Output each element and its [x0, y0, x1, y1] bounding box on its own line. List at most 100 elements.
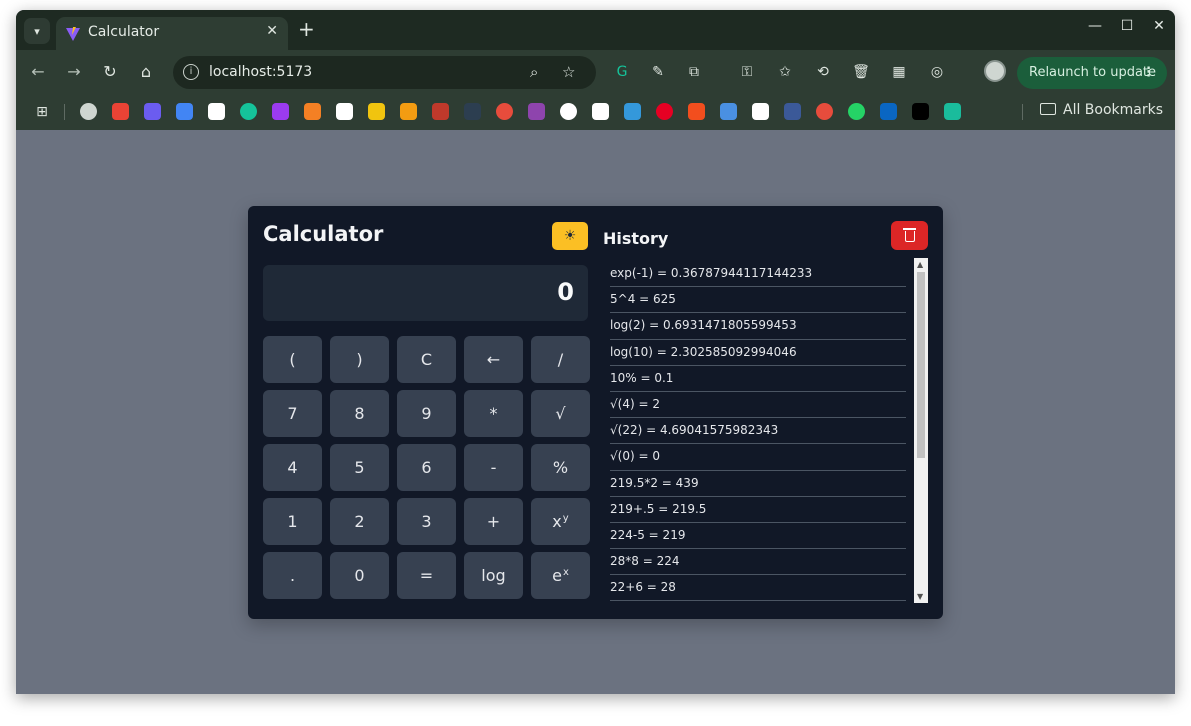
- zoom-icon[interactable]: ⌕: [530, 63, 538, 81]
- history-item[interactable]: 22+6 = 28: [610, 575, 906, 601]
- history-item[interactable]: √(0) = 0: [610, 444, 906, 471]
- history-item[interactable]: exp(-1) = 0.36787944117144233: [610, 261, 906, 288]
- history-item[interactable]: 28*8 = 224: [610, 549, 906, 576]
- key-button[interactable]: 3: [397, 498, 456, 545]
- extensions-icon[interactable]: ⧉: [684, 62, 704, 82]
- figma-icon[interactable]: [688, 103, 705, 120]
- tuf-icon[interactable]: [496, 103, 513, 120]
- history-item[interactable]: √(4) = 2: [610, 392, 906, 419]
- purple-wave-icon[interactable]: [272, 103, 289, 120]
- key-button[interactable]: 7: [263, 390, 322, 437]
- sos-icon[interactable]: [816, 103, 833, 120]
- tab-close-icon[interactable]: ✕: [266, 23, 278, 39]
- eyedropper-icon[interactable]: ✎: [648, 62, 668, 82]
- whatsapp-icon[interactable]: [848, 103, 865, 120]
- key-button[interactable]: .: [263, 552, 322, 599]
- key-button[interactable]: /: [531, 336, 590, 383]
- key-button[interactable]: ←: [464, 336, 523, 383]
- minimize-icon[interactable]: —: [1083, 18, 1107, 34]
- history-icon[interactable]: ⟲: [813, 62, 833, 82]
- w-dot-icon[interactable]: [752, 103, 769, 120]
- bar-chart-icon[interactable]: [400, 103, 417, 120]
- history-item[interactable]: log(10) = 2.302585092994046: [610, 340, 906, 366]
- theme-toggle-button[interactable]: ☀: [552, 222, 588, 250]
- key-button[interactable]: 9: [397, 390, 456, 437]
- pinterest-icon[interactable]: [656, 103, 673, 120]
- key-button[interactable]: 1: [263, 498, 322, 545]
- all-bookmarks-button[interactable]: All Bookmarks: [1040, 102, 1163, 118]
- address-bar[interactable]: i localhost:5173 ⌕ ☆: [173, 56, 596, 89]
- back-icon[interactable]: ←: [28, 62, 48, 82]
- key-button[interactable]: 6: [397, 444, 456, 491]
- maximize-icon[interactable]: ☐: [1115, 18, 1139, 34]
- relaunch-button[interactable]: Relaunch to update ⋮: [1017, 57, 1167, 89]
- new-tab-button[interactable]: +: [298, 19, 315, 39]
- mt-icon[interactable]: [784, 103, 801, 120]
- github-icon[interactable]: [336, 103, 353, 120]
- copilot-icon[interactable]: [624, 103, 641, 120]
- history-item[interactable]: 219.5*2 = 439: [610, 471, 906, 497]
- site-info-icon[interactable]: i: [183, 64, 199, 80]
- key-button[interactable]: xy: [531, 498, 590, 545]
- history-item[interactable]: 224-5 = 219: [610, 523, 906, 550]
- scroll-up-icon[interactable]: ▲: [917, 260, 923, 269]
- x-blue-icon[interactable]: [720, 103, 737, 120]
- history-item[interactable]: 5^4 = 625: [610, 287, 906, 314]
- history-item[interactable]: 219+.5 = 219.5: [610, 497, 906, 523]
- home-icon[interactable]: ⌂: [136, 62, 156, 82]
- key-button[interactable]: +: [464, 498, 523, 545]
- tab-calculator[interactable]: Calculator ✕: [56, 17, 288, 50]
- linkedin-icon[interactable]: [880, 103, 897, 120]
- twitch-like-icon[interactable]: [528, 103, 545, 120]
- layout-icon[interactable]: ▦: [889, 62, 909, 82]
- key-button[interactable]: 8: [330, 390, 389, 437]
- history-scrollbar[interactable]: ▲ ▼: [914, 258, 928, 603]
- reload-icon[interactable]: ↻: [100, 62, 120, 82]
- profile-avatar[interactable]: [984, 60, 1006, 82]
- key-button[interactable]: C: [397, 336, 456, 383]
- star-list-icon[interactable]: ✩: [775, 62, 795, 82]
- notion-icon[interactable]: [208, 103, 225, 120]
- blue-cube-icon[interactable]: [144, 103, 161, 120]
- key-button[interactable]: (: [263, 336, 322, 383]
- key-button[interactable]: 4: [263, 444, 322, 491]
- forward-icon[interactable]: →: [64, 62, 84, 82]
- tab-search-icon[interactable]: ▾: [24, 18, 50, 44]
- password-key-icon[interactable]: ⚿: [737, 62, 757, 82]
- menu-dots-icon[interactable]: ⋮: [1142, 57, 1155, 89]
- star-badge-icon[interactable]: [592, 103, 609, 120]
- history-item[interactable]: √(22) = 4.69041575982343: [610, 418, 906, 445]
- key-button[interactable]: ): [330, 336, 389, 383]
- gmail-icon[interactable]: [112, 103, 129, 120]
- key-button[interactable]: √: [531, 390, 590, 437]
- x-twitter-icon[interactable]: [912, 103, 929, 120]
- openai-icon[interactable]: [560, 103, 577, 120]
- clear-history-button[interactable]: [891, 221, 928, 250]
- address-url[interactable]: localhost:5173: [209, 64, 312, 80]
- screenshot-icon[interactable]: ◎: [927, 62, 947, 82]
- history-item[interactable]: 10% = 0.1: [610, 366, 906, 392]
- avatar-icon[interactable]: [80, 103, 97, 120]
- key-button[interactable]: 0: [330, 552, 389, 599]
- key-button[interactable]: -: [464, 444, 523, 491]
- key-button[interactable]: ex: [531, 552, 590, 599]
- key-button[interactable]: %: [531, 444, 590, 491]
- calendar-21-icon[interactable]: [176, 103, 193, 120]
- grammarly-icon[interactable]: G: [612, 62, 632, 82]
- lightning-icon[interactable]: [368, 103, 385, 120]
- p-teal-icon[interactable]: [944, 103, 961, 120]
- close-window-icon[interactable]: ✕: [1147, 18, 1171, 34]
- key-button[interactable]: *: [464, 390, 523, 437]
- key-button[interactable]: log: [464, 552, 523, 599]
- delete-icon[interactable]: 🗑: [851, 62, 871, 82]
- scrollbar-thumb[interactable]: [917, 272, 925, 458]
- bookmark-star-icon[interactable]: ☆: [562, 63, 575, 81]
- stackoverflow-icon[interactable]: [304, 103, 321, 120]
- apps-grid-icon[interactable]: ⊞: [32, 102, 52, 122]
- cc-icon[interactable]: [432, 103, 449, 120]
- history-item[interactable]: log(2) = 0.6931471805599453: [610, 313, 906, 340]
- person-dark-icon[interactable]: [464, 103, 481, 120]
- key-button[interactable]: 5: [330, 444, 389, 491]
- scroll-down-icon[interactable]: ▼: [917, 592, 923, 601]
- key-button[interactable]: =: [397, 552, 456, 599]
